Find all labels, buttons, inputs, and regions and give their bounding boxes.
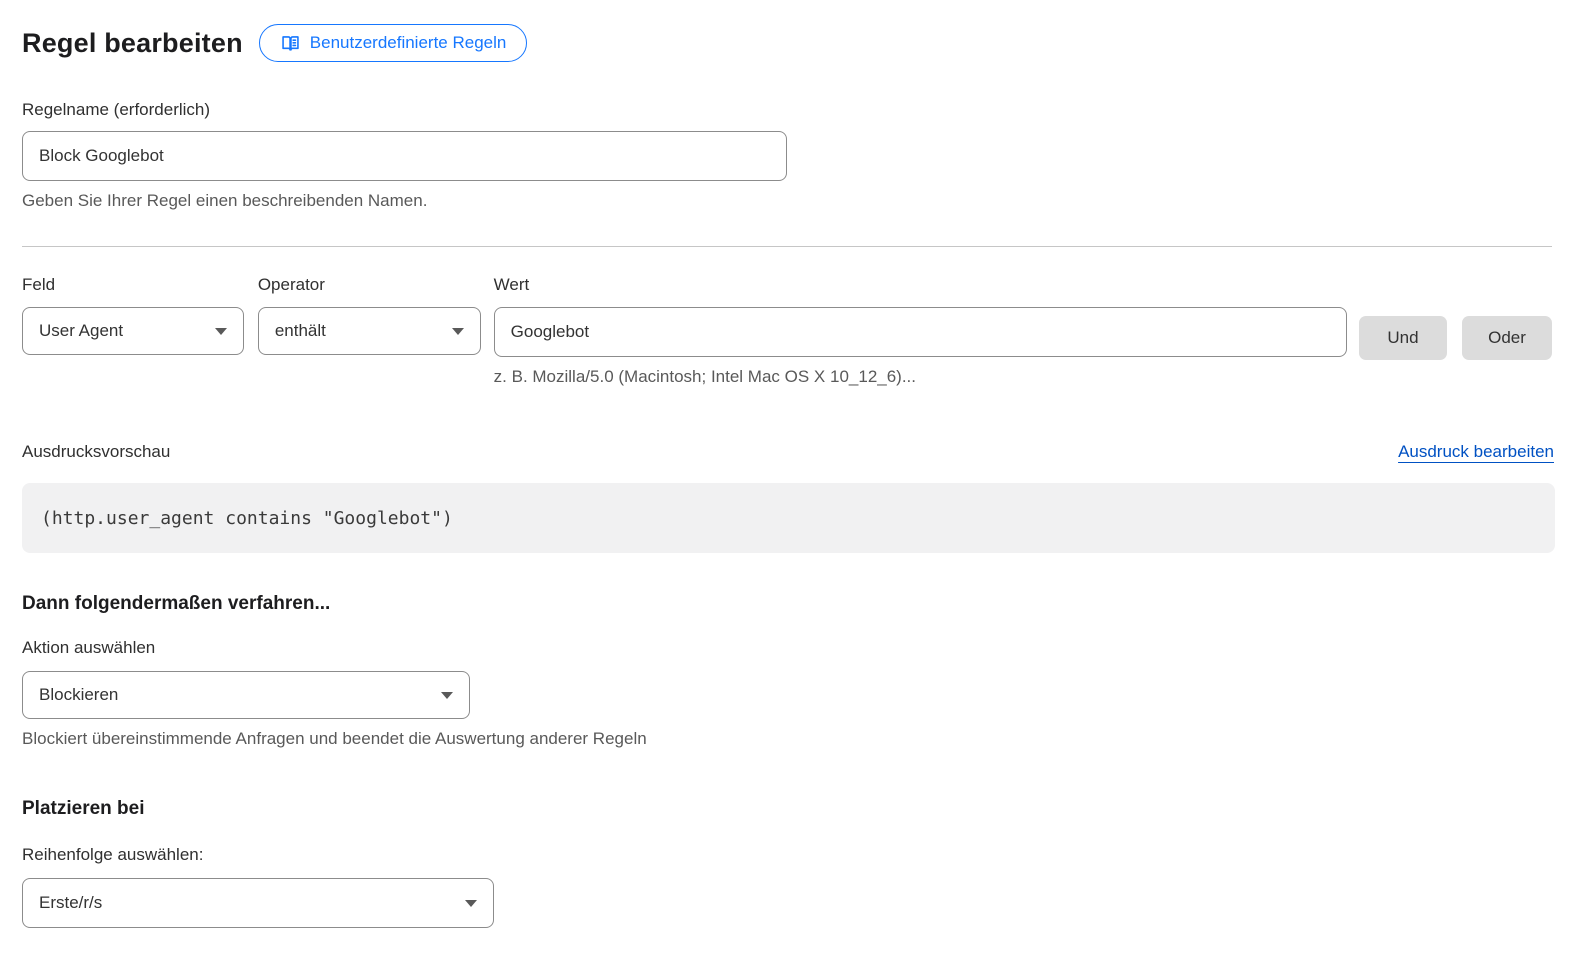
expression-header: Ausdrucksvorschau Ausdruck bearbeiten (22, 442, 1554, 462)
custom-rules-docs-label: Benutzerdefinierte Regeln (310, 33, 507, 53)
order-dropdown-value: Erste/r/s (39, 893, 102, 913)
action-heading: Dann folgendermaßen verfahren... (22, 593, 1552, 615)
action-dropdown[interactable]: Blockieren (22, 671, 470, 719)
value-help: z. B. Mozilla/5.0 (Macintosh; Intel Mac … (494, 367, 1347, 387)
condition-or-column: Oder (1462, 275, 1552, 360)
action-select-label: Aktion auswählen (22, 638, 1552, 658)
operator-dropdown[interactable]: enthält (258, 307, 481, 355)
placement-heading: Platzieren bei (22, 798, 1552, 820)
caret-down-icon (465, 900, 477, 907)
operator-label: Operator (258, 275, 481, 295)
operator-dropdown-value: enthält (275, 321, 326, 341)
and-button[interactable]: Und (1359, 316, 1447, 360)
field-dropdown-value: User Agent (39, 321, 123, 341)
rule-name-input[interactable] (22, 131, 787, 181)
value-input[interactable] (494, 307, 1347, 357)
field-dropdown[interactable]: User Agent (22, 307, 244, 355)
caret-down-icon (215, 328, 227, 335)
custom-rules-docs-button[interactable]: Benutzerdefinierte Regeln (259, 24, 528, 62)
spacer (1359, 275, 1447, 316)
condition-operator-column: Operator enthält (258, 275, 481, 355)
edit-rule-page: Regel bearbeiten Benutzerdefinierte Rege… (0, 0, 1570, 928)
page-header: Regel bearbeiten Benutzerdefinierte Rege… (22, 24, 1552, 62)
action-section: Dann folgendermaßen verfahren... Aktion … (22, 593, 1552, 749)
expression-code: (http.user_agent contains "Googlebot") (41, 508, 453, 529)
condition-and-column: Und (1359, 275, 1447, 360)
rule-name-label: Regelname (erforderlich) (22, 100, 1552, 120)
section-divider (22, 246, 1552, 247)
order-dropdown[interactable]: Erste/r/s (22, 878, 494, 928)
or-button[interactable]: Oder (1462, 316, 1552, 360)
value-label: Wert (494, 275, 1347, 295)
condition-field-column: Feld User Agent (22, 275, 244, 355)
condition-builder-row: Feld User Agent Operator enthält Wert z.… (22, 275, 1552, 387)
edit-expression-link[interactable]: Ausdruck bearbeiten (1398, 442, 1554, 462)
action-dropdown-value: Blockieren (39, 685, 118, 705)
condition-value-column: Wert z. B. Mozilla/5.0 (Macintosh; Intel… (494, 275, 1347, 387)
placement-section: Platzieren bei Reihenfolge auswählen: Er… (22, 798, 1552, 928)
expression-preview-label: Ausdrucksvorschau (22, 442, 170, 462)
spacer (1462, 275, 1552, 316)
page-title: Regel bearbeiten (22, 28, 243, 59)
expression-preview-box: (http.user_agent contains "Googlebot") (22, 483, 1555, 553)
action-help: Blockiert übereinstimmende Anfragen und … (22, 729, 1552, 749)
caret-down-icon (441, 692, 453, 699)
rule-name-help: Geben Sie Ihrer Regel einen beschreibend… (22, 191, 1552, 211)
field-label: Feld (22, 275, 244, 295)
rule-name-section: Regelname (erforderlich) Geben Sie Ihrer… (22, 100, 1552, 211)
caret-down-icon (452, 328, 464, 335)
order-select-label: Reihenfolge auswählen: (22, 845, 1552, 865)
open-book-icon (280, 33, 301, 54)
